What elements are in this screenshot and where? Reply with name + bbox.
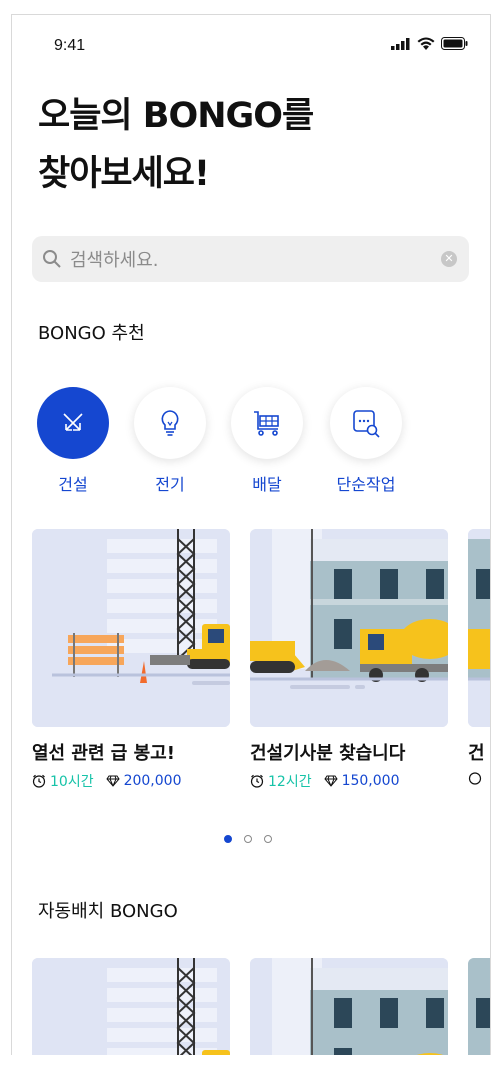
search-input[interactable] <box>68 246 432 274</box>
title-line-2: 찾아보세요! <box>38 154 210 194</box>
category-circle <box>330 387 402 459</box>
construction-icon <box>63 413 83 431</box>
section-title-auto: 자동배치 BONGO <box>38 901 178 922</box>
cart-icon <box>254 411 279 436</box>
job-card-title: 건설기사분 찾습니다 <box>250 743 406 764</box>
clear-icon[interactable]: ✕ <box>441 251 457 267</box>
status-icons <box>391 37 468 50</box>
job-card[interactable]: 열선 관련 급 봉고! 10시간 200,000 <box>32 529 230 791</box>
job-card-title: 건 <box>468 743 485 764</box>
construction-illustration <box>32 529 230 727</box>
category-circle <box>134 387 206 459</box>
status-bar: 9:41 <box>12 15 490 65</box>
truck-illustration <box>250 529 448 727</box>
simple-task-icon <box>353 410 380 438</box>
battery-icon <box>441 37 468 50</box>
job-card-time: 10시간 <box>50 774 94 790</box>
job-card-meta: 10시간 200,000 <box>32 771 230 791</box>
job-card-meta <box>468 771 490 785</box>
job-card-image <box>32 529 230 727</box>
lightbulb-icon <box>161 410 179 436</box>
job-card-title: 열선 관련 급 봉고! <box>32 743 175 764</box>
category-circle <box>231 387 303 459</box>
search-icon <box>43 250 61 268</box>
status-time: 9:41 <box>54 37 86 54</box>
truck-illustration <box>250 958 448 1055</box>
pagination-dots <box>224 835 272 843</box>
job-card-meta: 12시간 150,000 <box>250 771 448 791</box>
job-card-price: 200,000 <box>123 773 182 789</box>
search-bar[interactable]: ✕ <box>32 236 469 282</box>
job-card[interactable]: 건 <box>468 529 490 785</box>
diamond-icon <box>105 775 120 787</box>
category-delivery[interactable]: 배달 <box>231 387 303 495</box>
building-illustration <box>468 958 490 1055</box>
category-simple-task[interactable]: 단순작업 <box>330 387 402 495</box>
category-label: 건설 <box>58 475 88 494</box>
pagination-dot[interactable] <box>244 835 252 843</box>
construction-illustration <box>32 958 230 1055</box>
pagination-dot[interactable] <box>264 835 272 843</box>
pagination-dot-active[interactable] <box>224 835 232 843</box>
job-card-image <box>250 529 448 727</box>
category-label: 전기 <box>155 475 185 494</box>
category-construction[interactable]: 건설 <box>37 387 109 495</box>
category-label: 단순작업 <box>336 475 396 494</box>
category-electric[interactable]: 전기 <box>134 387 206 495</box>
clock-icon <box>32 774 46 788</box>
job-card-image <box>468 529 490 727</box>
category-label: 배달 <box>252 475 282 494</box>
auto-job-card[interactable] <box>250 958 448 1055</box>
category-circle <box>37 387 109 459</box>
page-title: 오늘의 BONGO를 찾아보세요! <box>38 87 314 203</box>
job-card-time: 12시간 <box>268 774 312 790</box>
diamond-icon <box>323 775 338 787</box>
job-card[interactable]: 건설기사분 찾습니다 12시간 150,000 <box>250 529 448 791</box>
clock-icon <box>250 774 264 788</box>
auto-job-card[interactable] <box>468 958 490 1055</box>
section-title-recommend: BONGO 추천 <box>38 323 145 344</box>
job-card-price: 150,000 <box>341 773 400 789</box>
phone-screen: 9:41 오늘의 BONGO를 찾아보세요! ✕ BONGO 추천 건설 전기 … <box>11 14 491 1055</box>
building-illustration <box>468 529 490 727</box>
signal-icon <box>391 37 410 50</box>
auto-job-card[interactable] <box>32 958 230 1055</box>
clock-icon <box>468 772 482 785</box>
title-line-1: 오늘의 BONGO를 <box>38 96 314 136</box>
wifi-icon <box>417 37 435 50</box>
